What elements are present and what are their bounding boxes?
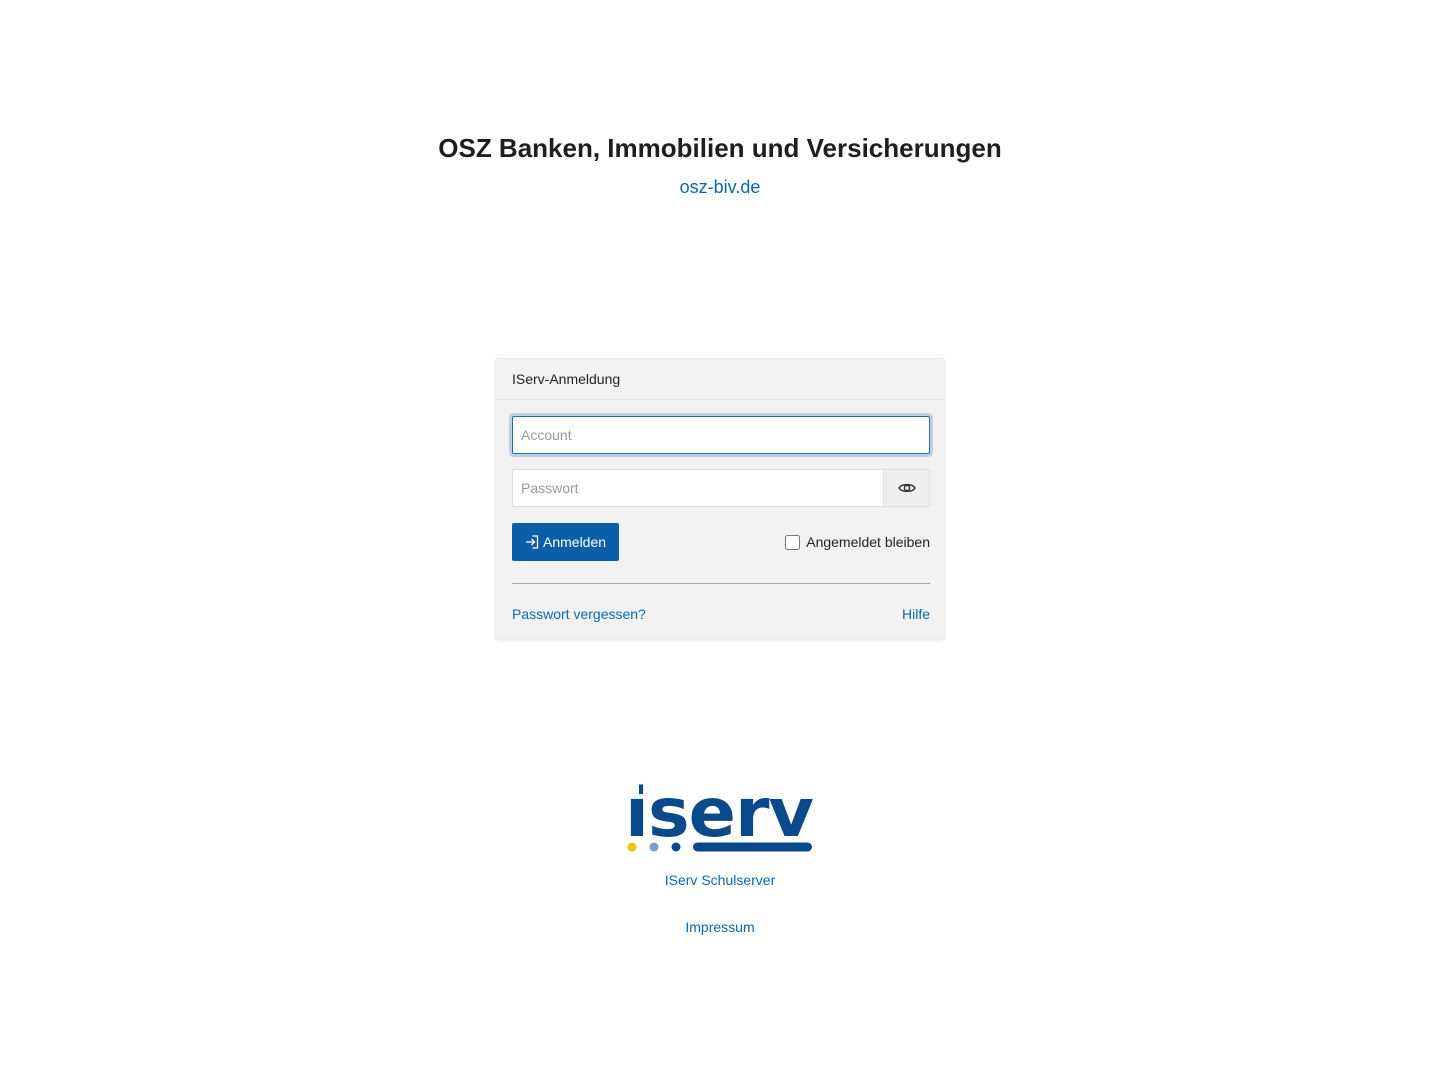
toggle-password-visibility-button[interactable] (883, 469, 930, 507)
sign-in-icon (526, 535, 539, 549)
divider (512, 583, 930, 584)
page-footer: iserv IServ Schulserver Impressum (0, 784, 1440, 937)
remember-me-label: Angemeldet bleiben (806, 534, 930, 550)
school-title: OSZ Banken, Immobilien und Versicherunge… (438, 133, 1002, 163)
login-button-label: Anmelden (543, 534, 607, 550)
login-actions: Anmelden Angemeldet bleiben (512, 523, 930, 561)
remember-me-checkbox[interactable] (785, 534, 801, 550)
account-input[interactable] (512, 416, 930, 454)
iserv-logo: iserv (627, 784, 813, 853)
login-help-links: Passwort vergessen? Hilfe (512, 606, 930, 622)
impressum-link[interactable]: Impressum (685, 919, 754, 935)
login-button[interactable]: Anmelden (512, 523, 620, 561)
login-card-header: IServ-Anmeldung (496, 359, 944, 400)
eye-icon (897, 483, 916, 493)
login-card-title: IServ-Anmeldung (512, 371, 621, 387)
school-website-link[interactable]: osz-biv.de (680, 177, 761, 198)
login-card: IServ-Anmeldung Anmelden (495, 358, 945, 640)
iserv-schulserver-link[interactable]: IServ Schulserver (665, 872, 775, 888)
password-input[interactable] (512, 469, 883, 507)
forgot-password-link[interactable]: Passwort vergessen? (512, 606, 646, 622)
login-card-body: Anmelden Angemeldet bleiben Passwort ver… (496, 400, 944, 622)
remember-me[interactable]: Angemeldet bleiben (785, 534, 930, 550)
page-header: OSZ Banken, Immobilien und Versicherunge… (0, 130, 1440, 198)
help-link[interactable]: Hilfe (902, 606, 930, 622)
password-group (512, 469, 930, 507)
